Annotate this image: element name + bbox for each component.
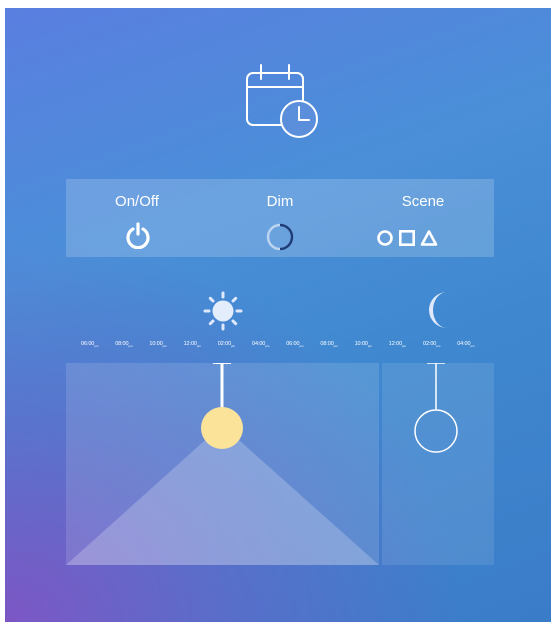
tick-suffix: pm <box>333 344 338 349</box>
timeline-tick: 06:00pm <box>286 341 303 348</box>
mode-bar: On/Off Dim Scene <box>66 179 494 257</box>
timeline-tick: 06:00pm <box>81 341 98 348</box>
timeline: 06:00pm 08:00pm 10:00pm 12:00pm 02:00pm 04:00… <box>5 341 551 355</box>
tick-time: 06:00 <box>81 341 95 347</box>
timeline-tick: 12:00pm <box>184 341 201 348</box>
timeline-tick: 12:00pm <box>389 341 406 348</box>
moon-icon <box>429 292 447 328</box>
pendant-bulb-off[interactable] <box>414 409 458 453</box>
tick-suffix: pm <box>436 344 441 349</box>
tick-time: 10:00 <box>354 341 368 347</box>
tick-time: 04:00 <box>457 341 471 347</box>
timeline-tick: 08:00pm <box>320 341 337 348</box>
square-icon <box>398 229 415 246</box>
power-icon <box>126 222 150 249</box>
timeline-tick: 10:00pm <box>355 341 372 348</box>
tick-suffix: pm <box>402 344 407 349</box>
tick-time: 08:00 <box>115 341 129 347</box>
pendant-bulb-on[interactable] <box>201 407 243 449</box>
tick-suffix: pm <box>470 344 475 349</box>
tick-time: 12:00 <box>183 341 197 347</box>
tick-suffix: pm <box>162 344 167 349</box>
tick-suffix: pm <box>231 344 236 349</box>
sun-icon <box>203 291 243 331</box>
circle-icon <box>377 230 393 246</box>
timeline-tick: 02:00pm <box>423 341 440 348</box>
calendar-clock-icon <box>246 64 318 138</box>
timeline-tick: 10:00pm <box>149 341 166 348</box>
tick-time: 04:00 <box>252 341 266 347</box>
tick-suffix: pm <box>367 344 372 349</box>
tick-time: 06:00 <box>286 341 300 347</box>
tick-suffix: pm <box>94 344 99 349</box>
tick-suffix: pm <box>265 344 270 349</box>
dim-ring-icon <box>266 223 294 251</box>
day-lighting-area <box>66 363 379 565</box>
tick-suffix: pm <box>196 344 201 349</box>
scene-button[interactable]: Scene <box>352 179 494 257</box>
schedule-panel: On/Off Dim Scene 06:00pm 08:00pm 10:00pm… <box>5 8 551 622</box>
dim-button[interactable]: Dim <box>209 179 351 257</box>
tick-suffix: pm <box>128 344 133 349</box>
onoff-button[interactable]: On/Off <box>66 179 208 257</box>
tick-time: 12:00 <box>388 341 403 347</box>
tick-time: 02:00 <box>423 341 437 347</box>
dim-label: Dim <box>266 193 294 210</box>
timeline-tick: 04:00pm <box>252 341 269 348</box>
timeline-tick: 04:00pm <box>457 341 474 348</box>
timeline-tick: 08:00pm <box>115 341 132 348</box>
night-lighting-area <box>382 363 494 565</box>
tick-time: 08:00 <box>320 341 334 347</box>
tick-time: 02:00 <box>217 341 232 347</box>
triangle-icon <box>420 230 438 246</box>
tick-time: 10:00 <box>149 341 163 347</box>
timeline-tick: 02:00pm <box>218 341 235 348</box>
onoff-label: On/Off <box>115 193 159 210</box>
tick-suffix: pm <box>299 344 304 349</box>
scene-label: Scene <box>401 193 445 210</box>
